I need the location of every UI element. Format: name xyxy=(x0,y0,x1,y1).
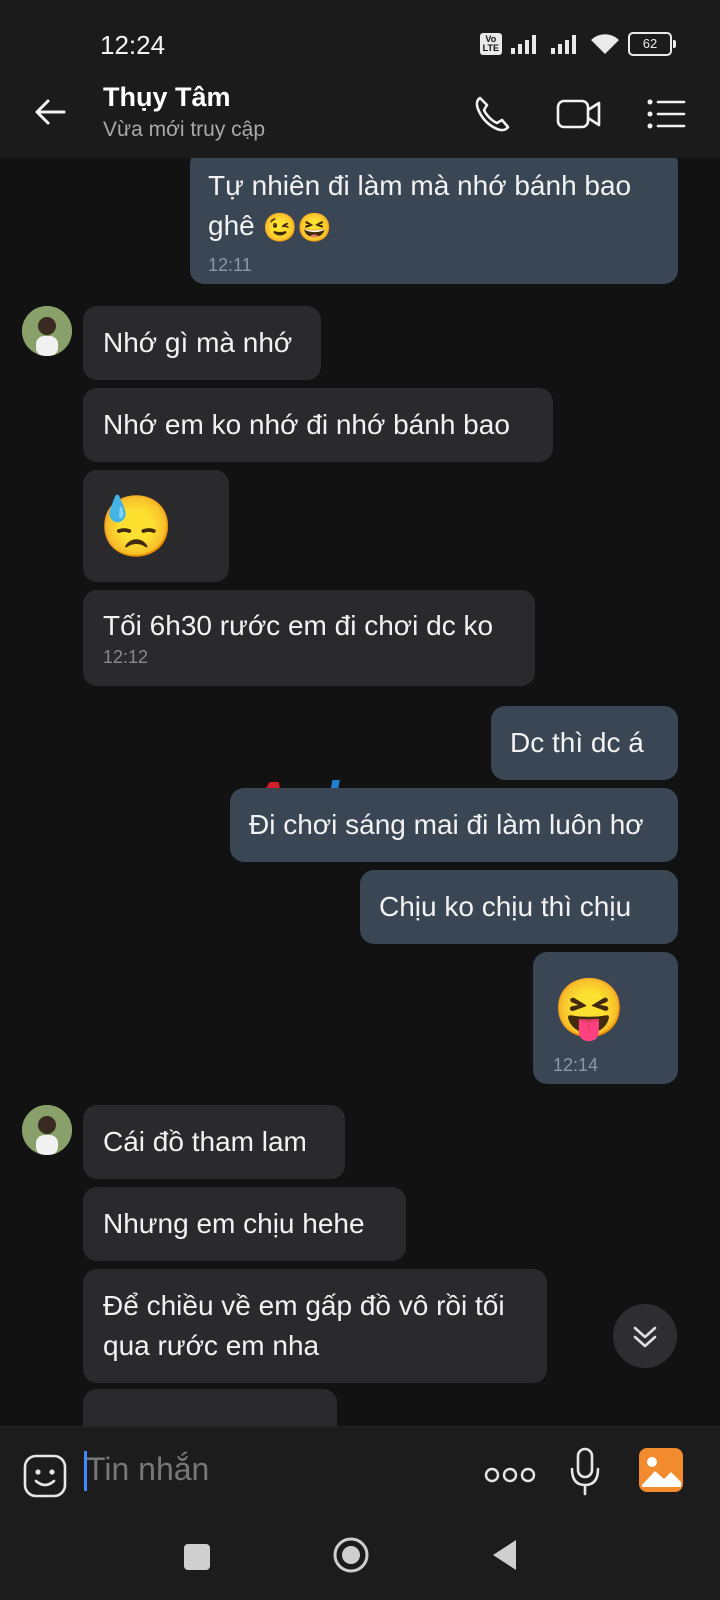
message-text: Nhớ gì mà nhớ xyxy=(103,327,293,358)
recent-apps-button[interactable] xyxy=(184,1544,210,1570)
contact-status: Vừa mới truy cập xyxy=(103,118,266,141)
contact-avatar[interactable] xyxy=(22,1105,72,1155)
signal-icon-2 xyxy=(551,35,576,54)
double-chevron-down-icon xyxy=(633,1326,657,1348)
battery-icon: 62 xyxy=(628,32,676,56)
back-arrow-icon[interactable] xyxy=(30,92,70,132)
message-time: 12:11 xyxy=(208,255,252,275)
contact-avatar[interactable] xyxy=(22,306,72,356)
outgoing-message[interactable]: Chịu ko chịu thì chịu xyxy=(360,870,678,944)
message-text: Cái đồ tham lam xyxy=(103,1126,307,1157)
home-button[interactable] xyxy=(332,1536,370,1574)
anxious-face-emoji: 😓 xyxy=(99,493,174,561)
sticker-emoji-icon[interactable] xyxy=(22,1453,68,1499)
message-time: 12:12 xyxy=(103,647,149,667)
outgoing-sticker[interactable]: 😝 12:14 xyxy=(533,952,678,1084)
incoming-sticker[interactable]: 😓 xyxy=(83,470,229,582)
status-bar: 12:24 Vo LTE 62 xyxy=(0,0,720,68)
message-list[interactable]: Tự nhiên đi làm mà nhớ bánh bao ghê 😉😆 1… xyxy=(0,158,720,1426)
incoming-message[interactable]: Nhưng em chịu hehe xyxy=(83,1187,406,1261)
wifi-icon xyxy=(591,34,619,54)
scroll-to-bottom-button[interactable] xyxy=(613,1304,677,1368)
outgoing-message[interactable]: Tự nhiên đi làm mà nhớ bánh bao ghê 😉😆 1… xyxy=(190,158,678,284)
incoming-message[interactable]: Nhớ em ko nhớ đi nhớ bánh bao xyxy=(83,388,553,462)
message-text: Nhớ em ko nhớ đi nhớ bánh bao xyxy=(103,409,510,440)
contact-name[interactable]: Thụy Tâm xyxy=(103,82,231,113)
grinning-squinting-emoji: 😆 xyxy=(297,211,333,243)
incoming-message[interactable]: Tối 6h30 rước em đi chơi dc ko 12:12 xyxy=(83,590,535,686)
microphone-icon[interactable] xyxy=(568,1447,602,1497)
image-gallery-icon[interactable] xyxy=(638,1447,684,1493)
message-text: Nhưng em chịu hehe xyxy=(103,1208,365,1239)
message-input[interactable]: Tin nhắn xyxy=(86,1451,209,1488)
incoming-message[interactable]: Cái đồ tham lam xyxy=(83,1105,345,1179)
incoming-message[interactable]: Nhớ gì mà nhớ xyxy=(83,306,321,380)
status-time: 12:24 xyxy=(100,30,166,60)
message-time: 12:14 xyxy=(553,1055,599,1075)
menu-list-icon[interactable] xyxy=(644,92,688,136)
chat-header: Thụy Tâm Vừa mới truy cập xyxy=(0,68,720,158)
phone-call-icon[interactable] xyxy=(470,92,514,136)
avatar-image xyxy=(22,306,72,356)
winking-face-emoji: 😉 xyxy=(262,211,298,243)
composer-bar: Tin nhắn xyxy=(0,1426,720,1531)
message-text: Đi chơi sáng mai đi làm luôn hơ xyxy=(249,809,644,840)
message-text: Chịu ko chịu thì chịu xyxy=(379,891,632,922)
signal-icon xyxy=(511,35,536,54)
squinting-tongue-emoji: 😝 xyxy=(553,975,626,1041)
outgoing-message[interactable]: Đi chơi sáng mai đi làm luôn hơ xyxy=(230,788,678,862)
avatar-image xyxy=(22,1105,72,1155)
status-icons: Vo LTE 62 xyxy=(479,32,676,56)
incoming-message[interactable]: Để chiều về em gấp đồ vô rồi tối qua rướ… xyxy=(83,1269,547,1383)
message-text: Tối 6h30 rước em đi chơi dc ko xyxy=(103,610,494,641)
message-text: Để chiều về em gấp đồ vô rồi tối qua rướ… xyxy=(103,1290,505,1361)
outgoing-message[interactable]: Dc thì dc á xyxy=(491,706,678,780)
volte-icon: Vo LTE xyxy=(479,33,502,55)
more-options-icon[interactable] xyxy=(484,1465,536,1485)
message-text: Dc thì dc á xyxy=(510,727,644,758)
back-button[interactable] xyxy=(490,1538,518,1572)
video-call-icon[interactable] xyxy=(555,92,603,136)
incoming-message-partial[interactable] xyxy=(83,1389,337,1426)
system-nav-bar xyxy=(0,1530,720,1600)
